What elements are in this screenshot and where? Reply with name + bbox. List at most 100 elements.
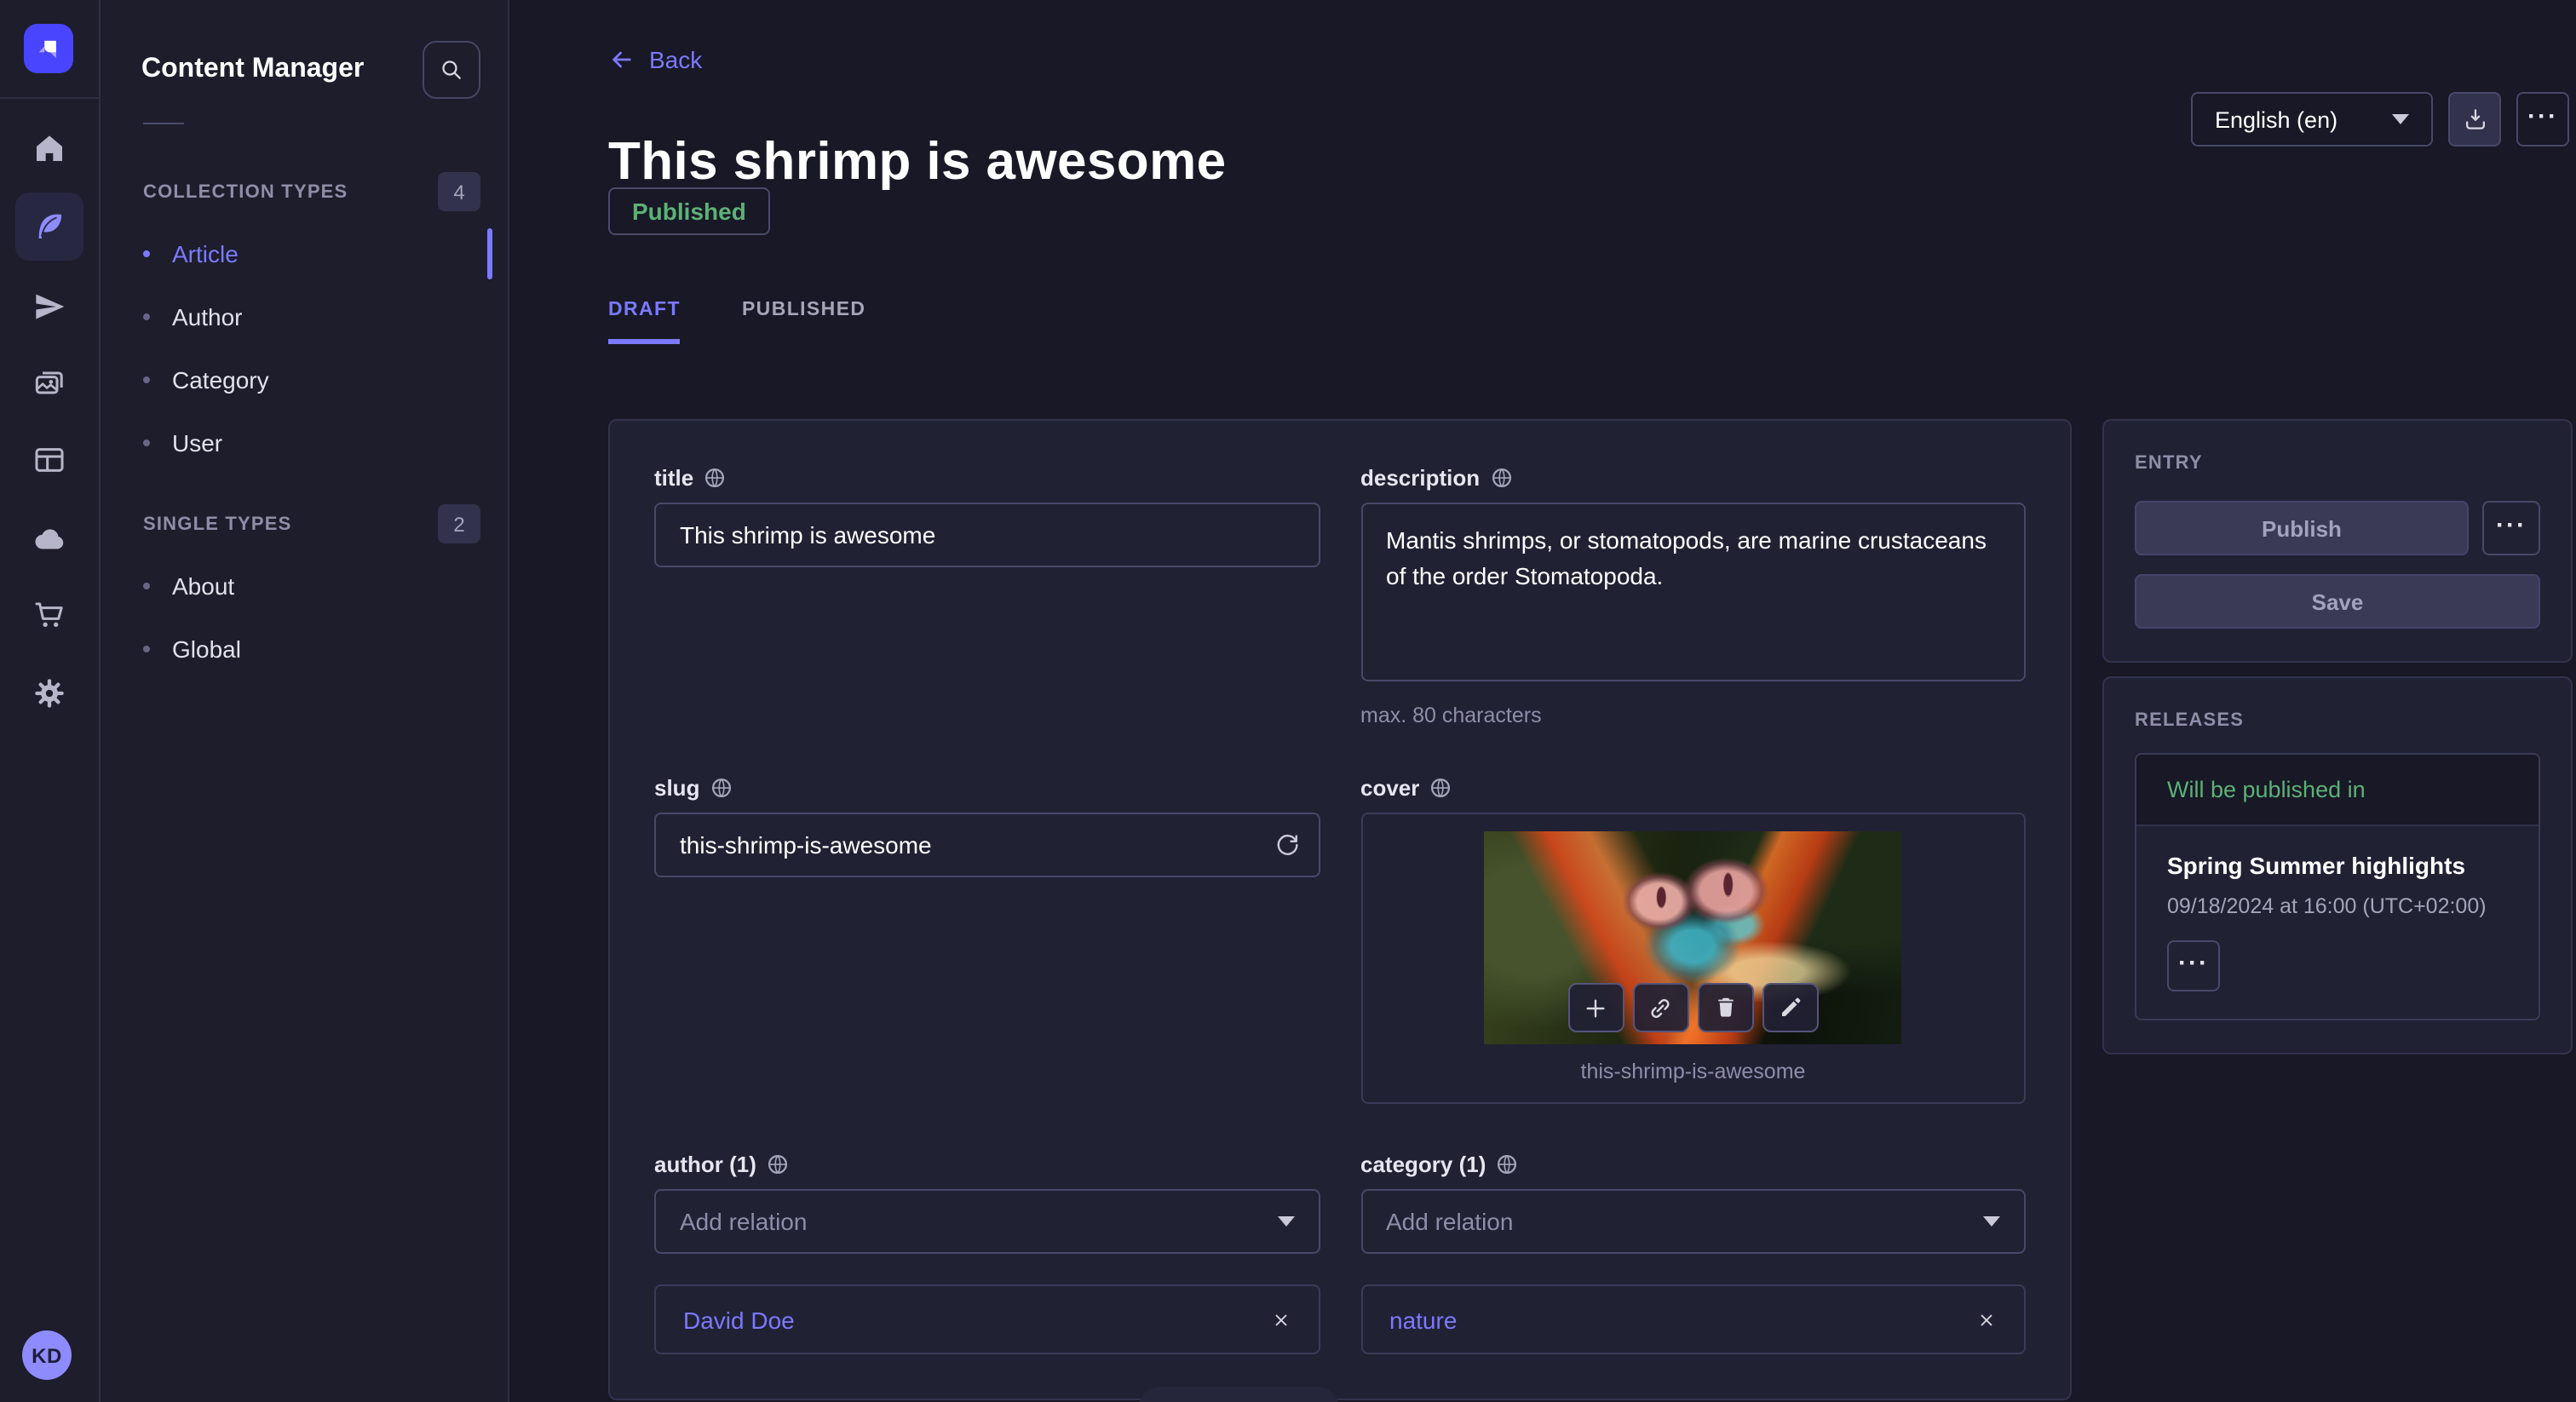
- i18n-globe-icon: [710, 777, 732, 799]
- content-manager-icon[interactable]: [15, 192, 83, 261]
- add-media-button[interactable]: [1568, 983, 1624, 1032]
- author-label: author (1): [654, 1152, 756, 1177]
- home-icon[interactable]: [15, 114, 83, 182]
- sidebar-item-label: Article: [172, 240, 239, 267]
- chevron-down-icon: [2392, 114, 2409, 124]
- bullet-icon: [143, 313, 150, 320]
- release-status: Will be published in: [2136, 755, 2539, 826]
- save-button[interactable]: Save: [2135, 574, 2540, 629]
- field-title: title: [654, 465, 1320, 727]
- sidebar-item-article[interactable]: Article: [143, 228, 494, 279]
- main-nav-rail: KD: [0, 0, 101, 1402]
- page-title: This shrimp is awesome: [608, 131, 1227, 192]
- sidebar-title: Content Manager: [141, 55, 364, 85]
- strapi-logo[interactable]: [24, 24, 73, 73]
- title-label: title: [654, 465, 693, 491]
- chevron-down-icon: [1277, 1216, 1294, 1227]
- bullet-icon: [143, 646, 150, 652]
- cloud-icon[interactable]: [15, 504, 83, 572]
- sidebar-item-category[interactable]: Category: [143, 354, 494, 405]
- sidebar-item-author[interactable]: Author: [143, 291, 494, 342]
- author-relation-item[interactable]: David Doe: [654, 1284, 1320, 1354]
- download-icon: [2461, 106, 2488, 133]
- chevron-down-icon: [1983, 1216, 2000, 1227]
- release-card: Will be published in Spring Summer highl…: [2135, 753, 2540, 1020]
- i18n-globe-icon: [1429, 777, 1452, 799]
- bullet-icon: [143, 583, 150, 589]
- relation-link[interactable]: nature: [1389, 1306, 1457, 1333]
- field-cover: cover: [1360, 775, 2026, 1104]
- sidebar-item-label: Author: [172, 303, 243, 330]
- combobox-placeholder: Add relation: [1386, 1208, 1513, 1235]
- ellipsis-icon: ···: [2496, 512, 2527, 537]
- cover-label: cover: [1360, 775, 1419, 801]
- description-textarea[interactable]: Mantis shrimps, or stomatopods, are mari…: [1360, 503, 2026, 681]
- back-link[interactable]: Back: [608, 46, 702, 73]
- single-types-header: SINGLE TYPES 2: [143, 504, 480, 543]
- tab-draft[interactable]: DRAFT: [608, 286, 681, 344]
- delete-media-button[interactable]: [1698, 983, 1754, 1032]
- cover-media-card: this-shrimp-is-awesome: [1360, 813, 2026, 1104]
- regenerate-slug-icon[interactable]: [1272, 830, 1301, 859]
- marketplace-cart-icon[interactable]: [15, 581, 83, 649]
- search-icon: [438, 56, 465, 83]
- entry-heading: ENTRY: [2135, 453, 2540, 474]
- release-more-button[interactable]: ···: [2167, 940, 2220, 991]
- active-item-indicator: [487, 228, 492, 279]
- entry-more-button[interactable]: ···: [2482, 501, 2540, 555]
- search-button[interactable]: [423, 41, 480, 99]
- user-avatar[interactable]: KD: [22, 1330, 72, 1380]
- i18n-globe-icon: [704, 467, 726, 489]
- collection-types-header: COLLECTION TYPES 4: [143, 172, 480, 211]
- publish-button[interactable]: Publish: [2135, 501, 2469, 555]
- bullet-icon: [143, 440, 150, 446]
- locale-value: English (en): [2215, 106, 2337, 132]
- bullet-icon: [143, 250, 150, 257]
- releases-panel: RELEASES Will be published in Spring Sum…: [2102, 676, 2573, 1054]
- category-relation-combobox[interactable]: Add relation: [1360, 1189, 2026, 1254]
- content-type-builder-icon[interactable]: [15, 426, 83, 494]
- cover-filename: this-shrimp-is-awesome: [1362, 1060, 2024, 1083]
- sidebar-item-global[interactable]: Global: [143, 623, 494, 675]
- ellipsis-icon: ···: [2178, 950, 2209, 975]
- edit-view: Back This shrimp is awesome Published En…: [508, 0, 2576, 1402]
- sidebar-divider: [143, 123, 184, 124]
- collection-types-count: 4: [438, 172, 480, 211]
- single-types-label: SINGLE TYPES: [143, 514, 292, 534]
- add-component-button[interactable]: [1138, 1387, 1339, 1402]
- download-button[interactable]: [2448, 92, 2501, 147]
- remove-relation-icon[interactable]: [1976, 1309, 1997, 1330]
- description-hint: max. 80 characters: [1360, 704, 2026, 727]
- locale-select[interactable]: English (en): [2191, 92, 2433, 147]
- draft-published-tabs: DRAFT PUBLISHED: [608, 286, 927, 344]
- author-relation-combobox[interactable]: Add relation: [654, 1189, 1320, 1254]
- arrow-left-icon: [608, 46, 635, 73]
- slug-input[interactable]: [654, 813, 1320, 877]
- releases-icon[interactable]: [15, 273, 83, 341]
- header-more-button[interactable]: ···: [2516, 92, 2569, 147]
- edit-media-button[interactable]: [1762, 983, 1819, 1032]
- copy-link-button[interactable]: [1633, 983, 1689, 1032]
- releases-heading: RELEASES: [2135, 710, 2540, 731]
- media-library-icon[interactable]: [15, 349, 83, 417]
- entry-sidebar: ENTRY Publish ··· Save RELEASES Will be: [2102, 419, 2573, 1054]
- content-manager-sidebar: Content Manager COLLECTION TYPES 4 Artic…: [99, 0, 509, 1402]
- tab-published[interactable]: PUBLISHED: [742, 286, 866, 344]
- sidebar-item-user[interactable]: User: [143, 417, 494, 468]
- remove-relation-icon[interactable]: [1270, 1309, 1291, 1330]
- title-input[interactable]: [654, 503, 1320, 567]
- description-label: description: [1360, 465, 1480, 491]
- field-description: description Mantis shrimps, or stomatopo…: [1360, 465, 2026, 727]
- sidebar-item-about[interactable]: About: [143, 560, 494, 612]
- collection-types-label: COLLECTION TYPES: [143, 181, 348, 202]
- bullet-icon: [143, 376, 150, 383]
- settings-gear-icon[interactable]: [15, 659, 83, 727]
- rail-divider: [0, 97, 99, 99]
- app-window: KD Content Manager COLLECTION TYPES 4 Ar…: [0, 0, 2576, 1402]
- relation-link[interactable]: David Doe: [683, 1306, 795, 1333]
- field-category: category (1) Add relation nature: [1360, 1152, 2026, 1354]
- sidebar-item-label: User: [172, 429, 222, 457]
- back-label: Back: [649, 46, 702, 73]
- category-relation-item[interactable]: nature: [1360, 1284, 2026, 1354]
- field-author: author (1) Add relation David Doe: [654, 1152, 1320, 1354]
